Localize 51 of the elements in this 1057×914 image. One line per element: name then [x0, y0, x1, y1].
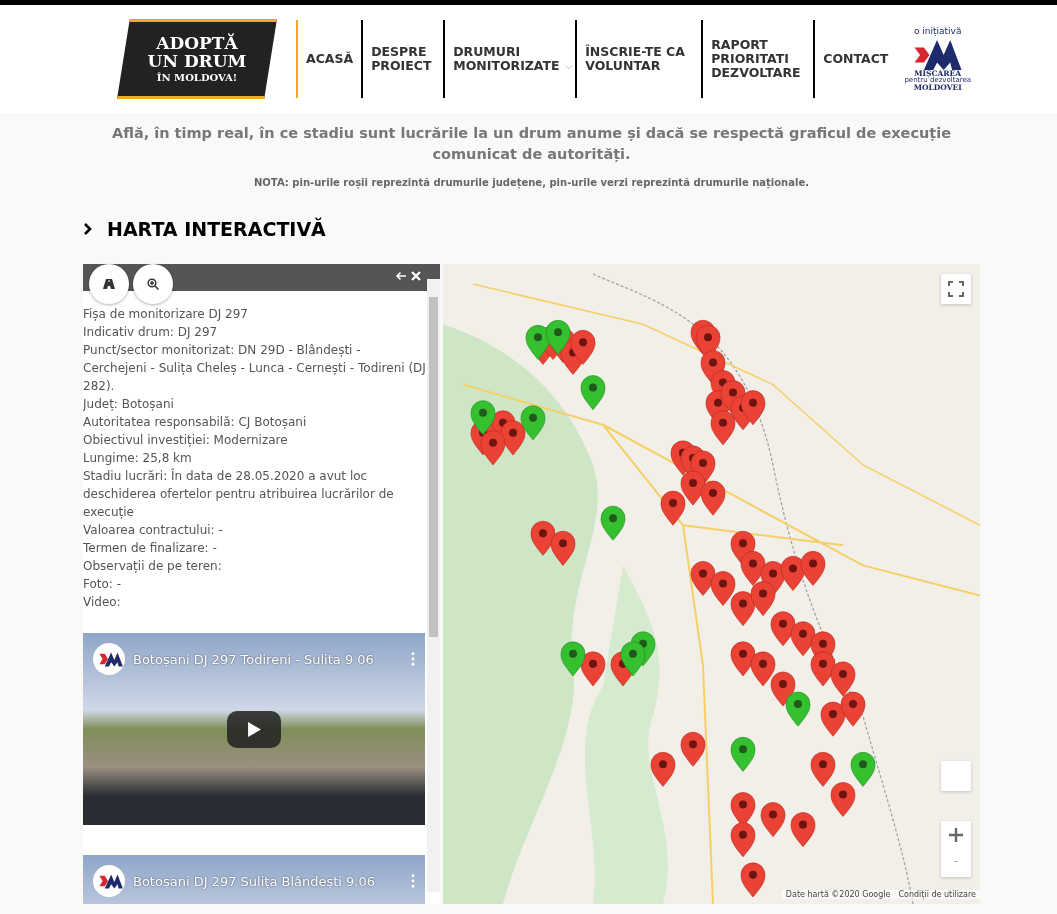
logo-text: ÎN MOLDOVA!	[156, 72, 238, 84]
map-attribution: Date hartă ©2020 Google	[785, 890, 891, 900]
nav-link[interactable]: RAPORT PRIORITATI DEZVOLTARE	[701, 20, 814, 98]
site-logo[interactable]: ADOPTĂ UN DRUM ÎN MOLDOVA!	[117, 19, 277, 99]
nav-link[interactable]: DESPRE PROIECT	[361, 20, 444, 98]
terms-link[interactable]: Condiții de utilizare	[898, 890, 976, 900]
zoom-in-icon	[147, 278, 159, 291]
info-line: Obiectivul investiției: Modernizare	[83, 432, 289, 450]
road-icon	[103, 279, 115, 290]
road-button[interactable]	[89, 264, 129, 305]
close-button[interactable]	[411, 271, 421, 282]
logo-text: ADOPTĂ	[156, 34, 238, 53]
info-line: Județ: Botoșani	[83, 396, 175, 414]
nav-link[interactable]: CONTACT	[813, 20, 897, 98]
info-line: Termen de finalizare: -	[83, 540, 218, 558]
arrow-left-icon	[395, 271, 407, 282]
map-drawing[interactable]	[443, 264, 980, 905]
info-line: Fișa de monitorizare DJ 297	[83, 306, 249, 324]
logo-text: UN DRUM	[147, 52, 247, 71]
note-text: NOTA: pin-urile roșii reprezintă drumurile județene, pin-urile verzi reprezintă drumurile naționale.	[253, 177, 810, 189]
chevron-icon	[83, 223, 93, 236]
channel-avatar-icon	[93, 643, 125, 676]
zoom-in-button[interactable]	[941, 821, 971, 850]
info-line: Foto: -	[83, 576, 123, 594]
video-title: Botoșani DJ 297 Todireni - Sulita 9 06	[133, 651, 375, 667]
info-line: Valoarea contractului: -	[83, 522, 224, 540]
scrollbar[interactable]	[427, 279, 440, 893]
caret-icon	[565, 64, 574, 70]
info-line: Stadiu lucrări: În data de 28.05.2020 a avut loc deschiderea ofertelor pentru atribuirea lucrărilor de execuție	[83, 467, 395, 522]
nav-link[interactable]: ACASĂ	[296, 20, 362, 98]
channel-avatar-icon	[93, 865, 125, 898]
section-title: HARTA INTERACTIVĂ	[107, 218, 326, 241]
plus-icon	[948, 827, 964, 844]
info-line: Autoritatea responsabilă: CJ Botoșani	[83, 414, 308, 432]
info-line: Observații de pe teren:	[83, 558, 223, 576]
info-line: Video:	[83, 594, 122, 612]
fullscreen-button[interactable]	[941, 274, 971, 305]
nav-link[interactable]: DRUMURI MONITORIZATE	[443, 20, 576, 98]
close-icon	[411, 271, 421, 282]
partner-tagline: o inițiativă	[913, 26, 962, 36]
intro-text: Află, în timp real, în ce stadiu sunt lucrările la un drum anume și dacă se respectă graficul de execuție comunicat de autorități.	[110, 124, 953, 164]
play-icon	[247, 722, 261, 738]
back-button[interactable]	[395, 271, 407, 282]
nav-link[interactable]: ÎNSCRIE-TE CA VOLUNTAR	[575, 20, 702, 98]
zoom-button[interactable]	[133, 264, 173, 305]
info-line: Punct/sector monitorizat: DN 29D - Blândești - Cerchejeni - Sulița Cheleș - Lunca - Cernești - Todireni (DJ 282).	[83, 342, 427, 396]
info-line: Indicativ drum: DJ 297	[83, 324, 219, 342]
info-line: Lungime: 25,8 km	[83, 450, 193, 468]
play-button[interactable]	[227, 711, 281, 749]
video-title: Botoșani DJ 297 Sulița Blândești 9.06	[133, 873, 377, 889]
fullscreen-icon	[948, 281, 964, 298]
